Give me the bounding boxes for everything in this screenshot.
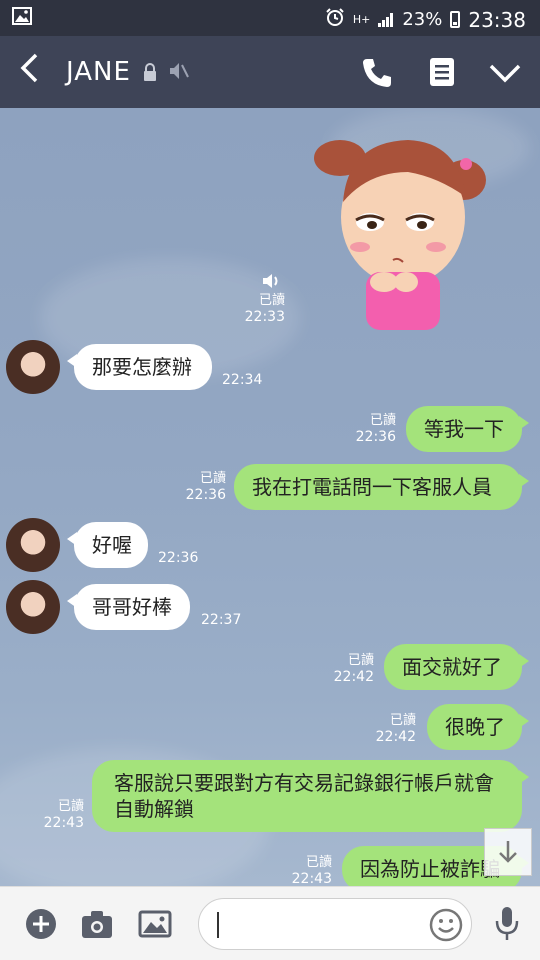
battery-percent: 23% <box>402 9 443 30</box>
emoji-icon[interactable] <box>429 908 463 942</box>
message-meta: 已讀 22:43 <box>286 854 332 886</box>
microphone-icon[interactable] <box>494 905 520 943</box>
message-meta: 已讀 22:42 <box>328 652 374 686</box>
outgoing-message[interactable]: 很晚了 <box>427 704 529 750</box>
message-time: 22:42 <box>375 729 416 745</box>
outgoing-message[interactable]: 我在打電話問一下客服人員 <box>234 464 529 510</box>
incoming-message[interactable]: 那要怎麼辦 <box>67 344 212 390</box>
message-input[interactable] <box>198 898 472 950</box>
incoming-message[interactable]: 好喔 <box>67 522 148 568</box>
mute-icon <box>170 63 189 79</box>
plus-icon[interactable] <box>25 908 57 940</box>
text-cursor <box>217 912 219 938</box>
message-time: 22:36 <box>355 429 396 445</box>
alarm-icon <box>325 7 345 32</box>
contact-avatar[interactable] <box>6 580 60 634</box>
contact-avatar[interactable] <box>6 340 60 394</box>
message-time: 22:43 <box>43 815 84 831</box>
back-button[interactable] <box>18 52 40 90</box>
message-time: 22:36 <box>158 550 199 566</box>
message-time: 22:43 <box>291 871 332 886</box>
arrow-down-icon <box>499 841 517 863</box>
chevron-down-icon[interactable] <box>488 58 522 88</box>
message-meta: 已讀 22:36 <box>180 470 226 504</box>
network-type: H+ <box>352 13 371 26</box>
memo-icon[interactable] <box>428 56 456 88</box>
gallery-notification-icon <box>12 6 32 30</box>
message-time: 22:37 <box>201 612 242 628</box>
signal-icon <box>378 12 394 27</box>
incoming-message[interactable]: 哥哥好棒 <box>67 584 190 630</box>
outgoing-message[interactable]: 面交就好了 <box>384 644 529 690</box>
message-time: 22:42 <box>333 669 374 685</box>
message-time: 22:36 <box>185 487 226 503</box>
chat-header: JANE <box>0 36 540 108</box>
input-bar <box>0 886 540 960</box>
read-receipt: 已讀 <box>57 799 84 814</box>
message-meta: 已讀 22:43 <box>38 798 84 832</box>
chat-area[interactable]: 已讀 22:33 那要怎麼辦 22:34 已讀 22:36 等我一下 已讀 22… <box>0 108 540 886</box>
image-icon[interactable] <box>138 908 172 940</box>
read-receipt: 已讀 <box>347 653 374 668</box>
message-time: 22:34 <box>222 372 263 388</box>
message-meta: 已讀 22:42 <box>370 712 416 746</box>
clock: 23:38 <box>468 7 526 32</box>
contact-avatar[interactable] <box>6 518 60 572</box>
read-receipt: 已讀 <box>305 855 332 870</box>
battery-icon <box>450 11 461 28</box>
read-receipt: 已讀 <box>369 413 396 428</box>
contact-name[interactable]: JANE <box>66 57 131 87</box>
scroll-to-bottom-button[interactable] <box>484 828 532 876</box>
chevron-left-icon <box>20 53 38 83</box>
sticker-meta: 已讀 22:33 <box>240 292 285 326</box>
outgoing-message[interactable]: 等我一下 <box>406 406 529 452</box>
message-meta: 已讀 22:36 <box>350 412 396 446</box>
outgoing-message[interactable]: 客服說只要跟對方有交易記錄銀行帳戶就會自動解鎖 <box>92 760 529 832</box>
read-receipt: 已讀 <box>199 471 226 486</box>
message-time: 22:33 <box>244 309 285 325</box>
status-bar: H+ 23% 23:38 <box>0 0 540 36</box>
camera-icon[interactable] <box>80 908 114 940</box>
lock-icon <box>144 63 156 81</box>
read-receipt: 已讀 <box>389 713 416 728</box>
girl-sticker[interactable] <box>308 122 488 332</box>
phone-icon[interactable] <box>360 56 394 90</box>
read-receipt: 已讀 <box>258 293 285 308</box>
speaker-icon[interactable] <box>262 272 282 290</box>
